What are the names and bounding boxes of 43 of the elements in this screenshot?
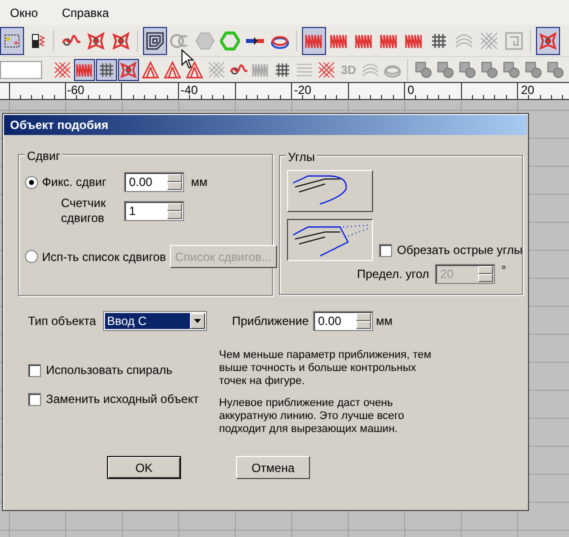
checkbox[interactable]: [28, 364, 41, 376]
radio-label[interactable]: Исп-ть список сдвигов: [42, 248, 166, 266]
unit-label: °: [501, 262, 506, 279]
ruler-label: -60: [67, 83, 84, 98]
ruler-label: 20: [521, 83, 534, 98]
checkbox[interactable]: [379, 244, 392, 256]
window-title: Объект подобия: [10, 117, 108, 134]
menu-item[interactable]: Справка: [62, 4, 109, 22]
star-shape-icon[interactable]: [538, 30, 558, 50]
ruler-label: -40: [180, 83, 198, 98]
hatch-icon[interactable]: [317, 60, 336, 80]
spin-field[interactable]: 1: [124, 201, 184, 221]
corner-style-button[interactable]: [287, 219, 373, 261]
star-shape-icon[interactable]: [111, 30, 131, 50]
checkbox-label[interactable]: Заменить исходный объект: [46, 390, 199, 408]
field-label: Тип объекта: [28, 313, 98, 330]
checkbox-label[interactable]: Использовать спираль: [46, 361, 172, 379]
cursor-icon: [181, 49, 194, 69]
field-label: Предел. угол: [357, 266, 430, 283]
spin-field[interactable]: [0, 60, 42, 78]
radio-label[interactable]: Фикс. сдвиг: [42, 173, 120, 191]
dialog-button[interactable]: Отмена: [236, 456, 310, 479]
unit-label: мм: [191, 174, 208, 191]
unit-label: мм: [376, 313, 392, 330]
field-label: Счетчик сдвигов: [61, 196, 107, 226]
radio-button[interactable]: [25, 176, 38, 188]
help-text: Чем меньше параметр приближения, тем выше точность и больше контрольных точек на фигуре.: [219, 349, 432, 388]
checkbox-label[interactable]: Обрезать острые углы: [397, 241, 523, 259]
checkbox[interactable]: [28, 392, 41, 406]
object-type-dropdown[interactable]: Ввод С: [103, 311, 207, 331]
help-text: Нулевое приближение даст очень аккуратную линию. Это лучше всего подходит для вырезающих машин.: [219, 397, 406, 436]
ruler-label: 0: [408, 83, 414, 98]
field-label: Приближение: [232, 313, 310, 330]
spin-field[interactable]: 0.00: [124, 172, 184, 192]
hatch-icon[interactable]: [53, 60, 72, 80]
menu-item[interactable]: Окно: [10, 4, 38, 22]
radio-button[interactable]: [25, 250, 38, 263]
star-shape-icon[interactable]: [119, 60, 138, 80]
dialog-button[interactable]: OK: [107, 456, 181, 479]
spin-field[interactable]: 0.00: [313, 311, 373, 331]
triangle-icon[interactable]: [185, 60, 204, 80]
ruler-label: -20: [294, 83, 312, 98]
star-shape-icon[interactable]: [86, 30, 106, 50]
